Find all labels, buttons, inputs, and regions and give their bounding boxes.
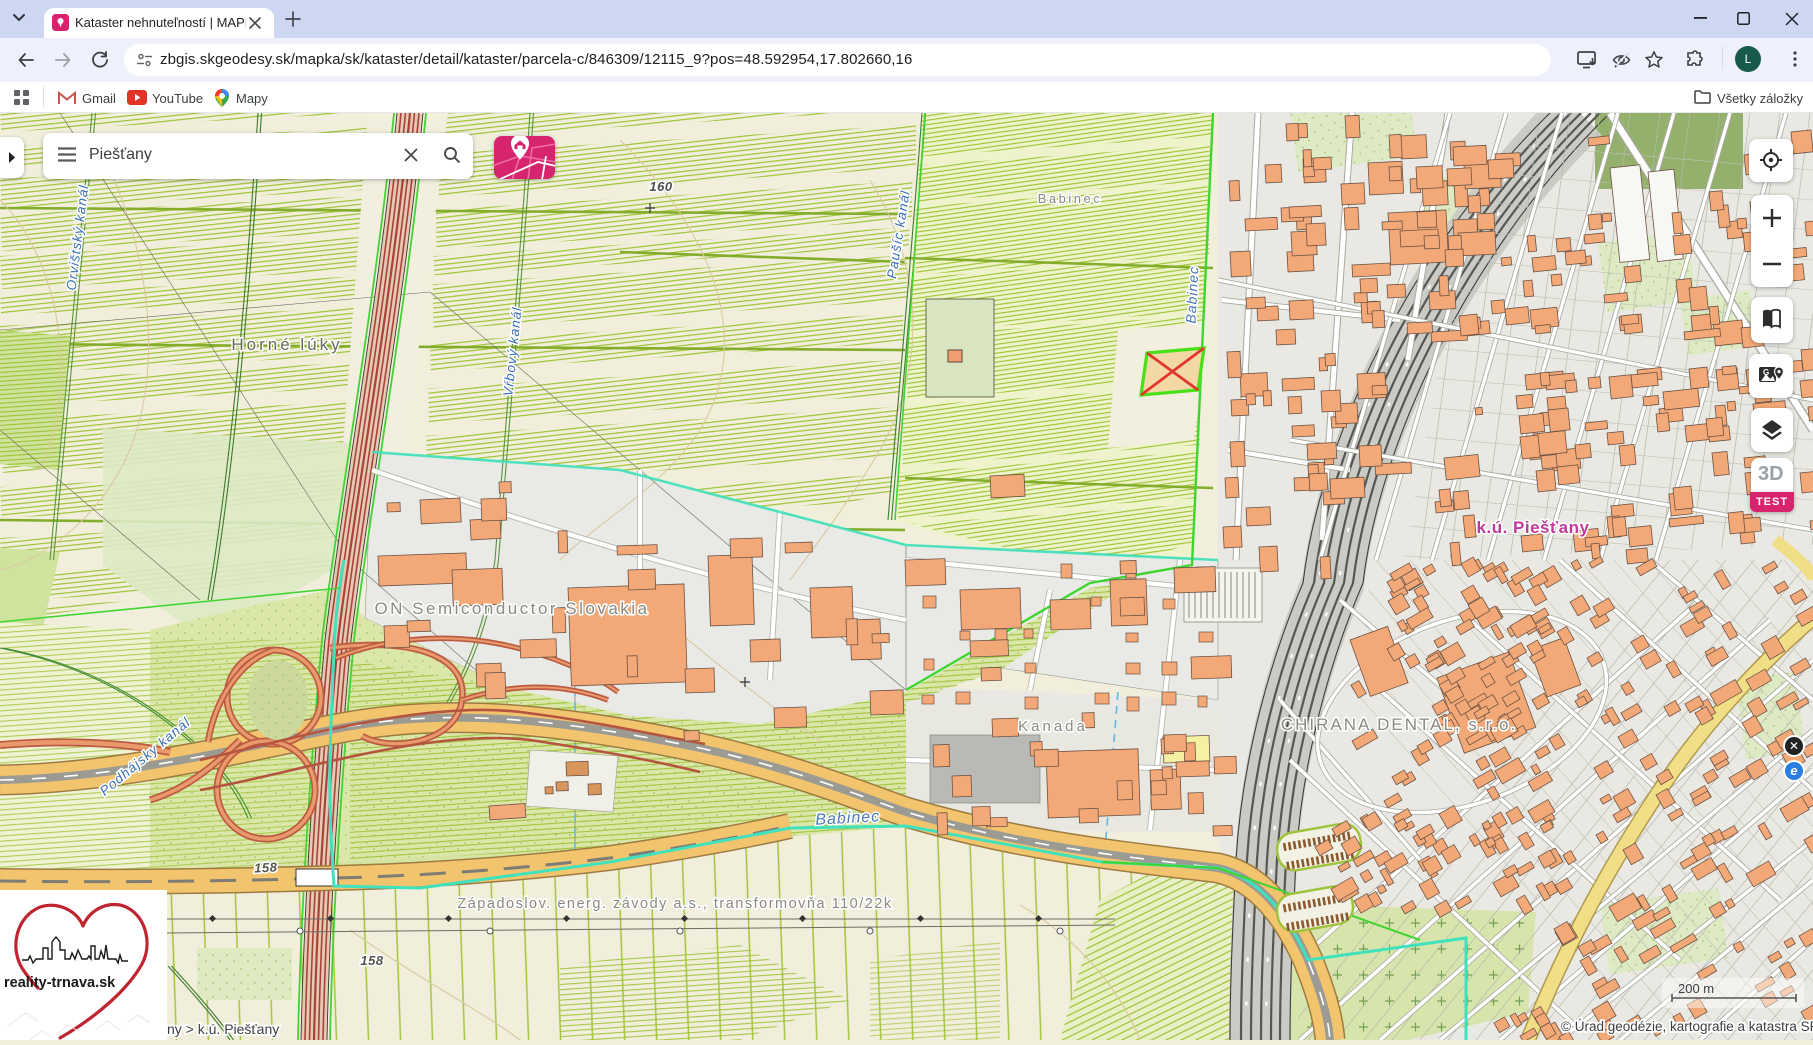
svg-text:© Úrad geodézie, kartografie a: © Úrad geodézie, kartografie a katastra … xyxy=(1561,1019,1813,1034)
svg-text:Horné lúky: Horné lúky xyxy=(231,335,342,354)
svg-text:ny > k.ú. Piešťany: ny > k.ú. Piešťany xyxy=(167,1021,279,1037)
svg-text:Babinec: Babinec xyxy=(815,808,881,828)
svg-text:200 m: 200 m xyxy=(1678,981,1714,996)
svg-text:Babinec: Babinec xyxy=(1038,191,1102,206)
svg-text:ON Semiconductor Slovakia: ON Semiconductor Slovakia xyxy=(374,599,649,618)
svg-text:158: 158 xyxy=(360,953,383,968)
svg-text:158: 158 xyxy=(254,859,278,875)
svg-text:k.ú. Piešťany: k.ú. Piešťany xyxy=(1477,518,1590,537)
svg-text:Babinec: Babinec xyxy=(1183,266,1202,324)
svg-text:160: 160 xyxy=(649,179,672,194)
svg-text:CHIRANA DENTAL, s.r.o.: CHIRANA DENTAL, s.r.o. xyxy=(1281,715,1517,734)
svg-text:Kanada: Kanada xyxy=(1018,718,1088,735)
svg-text:Západoslov. energ. závody a.s.: Západoslov. energ. závody a.s., transfor… xyxy=(457,896,892,912)
svg-text:reality-trnava.sk: reality-trnava.sk xyxy=(4,975,116,991)
